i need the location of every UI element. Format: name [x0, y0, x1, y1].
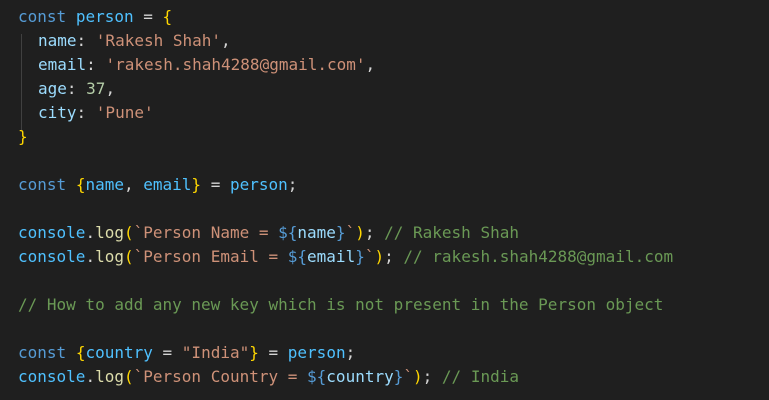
default-value: "India" — [181, 343, 250, 362]
function-name: log — [95, 223, 124, 242]
open-brace: { — [75, 175, 86, 194]
object-key: email — [38, 55, 87, 74]
source-object: person — [287, 343, 346, 362]
string-value: 'rakesh.shah4288@gmail.com' — [105, 55, 366, 74]
template-var: name — [297, 223, 336, 242]
open-brace: { — [75, 343, 86, 362]
template-text: Person Email = — [143, 247, 288, 266]
backtick: ` — [133, 367, 144, 386]
comment: // India — [441, 367, 519, 386]
comment: // Rakesh Shah — [384, 223, 519, 242]
keyword: const — [18, 175, 67, 194]
comma: , — [105, 79, 116, 98]
template-text: Person Country = — [143, 367, 308, 386]
comma: , — [221, 31, 231, 50]
destructured-var: country — [85, 343, 153, 362]
keyword: const — [18, 343, 67, 362]
code-line-1: const person = { — [18, 5, 172, 29]
colon: : — [66, 79, 87, 98]
code-line-3: email: 'rakesh.shah4288@gmail.com', — [38, 53, 375, 77]
code-editor[interactable]: const person = { name: 'Rakesh Shah', em… — [0, 0, 769, 400]
code-line-8: const {name, email} = person; — [18, 173, 297, 197]
code-line-4: age: 37, — [38, 77, 115, 101]
console-object: console — [18, 247, 86, 266]
template-var: country — [326, 367, 394, 386]
comment: // How to add any new key which is not p… — [18, 295, 664, 314]
open-paren: ( — [123, 247, 134, 266]
backtick: ` — [403, 367, 414, 386]
code-line-11: console.log(`Person Email = ${email}`); … — [18, 245, 673, 269]
operator: = — [152, 343, 182, 362]
template-text: Person Name = — [143, 223, 279, 242]
backtick: ` — [133, 247, 144, 266]
semicolon: ; — [384, 247, 404, 266]
close-paren: ) — [374, 247, 385, 266]
semicolon: ; — [345, 343, 356, 362]
console-object: console — [18, 223, 86, 242]
template-open: ${ — [307, 367, 327, 386]
template-open: ${ — [287, 247, 308, 266]
dot: . — [85, 247, 96, 266]
operator: = — [201, 175, 230, 194]
source-object: person — [229, 175, 288, 194]
semicolon: ; — [287, 175, 298, 194]
close-paren: ) — [413, 367, 423, 386]
destructured-var: email — [143, 175, 192, 194]
semicolon: ; — [422, 367, 442, 386]
code-line-13: // How to add any new key which is not p… — [18, 293, 663, 317]
object-key: name — [38, 31, 77, 50]
code-line-5: city: 'Pune' — [38, 101, 154, 125]
separator: , — [123, 175, 144, 194]
open-brace: { — [162, 7, 173, 26]
code-line-10: console.log(`Person Name = ${name}`); //… — [18, 221, 519, 245]
string-value: 'Rakesh Shah' — [95, 31, 222, 50]
function-name: log — [95, 247, 124, 266]
operator: = — [258, 343, 288, 362]
close-brace: } — [18, 127, 28, 146]
close-brace: } — [249, 343, 259, 362]
backtick: ` — [133, 223, 144, 242]
string-value: 'Pune' — [95, 103, 154, 122]
template-close: } — [393, 367, 404, 386]
object-key: age — [38, 79, 67, 98]
code-line-15: const {country = "India"} = person; — [18, 341, 355, 365]
template-close: } — [335, 223, 346, 242]
keyword: const — [18, 7, 67, 26]
close-paren: ) — [355, 223, 365, 242]
template-close: } — [355, 247, 365, 266]
code-line-16: console.log(`Person Country = ${country}… — [18, 365, 519, 389]
open-paren: ( — [123, 223, 134, 242]
number-value: 37 — [86, 79, 106, 98]
backtick: ` — [345, 223, 356, 242]
dot: . — [85, 223, 96, 242]
dot: . — [85, 367, 96, 386]
indent-guide — [21, 34, 22, 130]
comment: // rakesh.shah4288@gmail.com — [403, 247, 674, 266]
code-line-6: } — [18, 125, 28, 149]
template-open: ${ — [278, 223, 298, 242]
operator: = — [133, 7, 163, 26]
function-name: log — [95, 367, 124, 386]
variable-name: person — [75, 7, 134, 26]
semicolon: ; — [364, 223, 385, 242]
colon: : — [76, 103, 96, 122]
console-object: console — [18, 367, 86, 386]
colon: : — [76, 31, 96, 50]
colon: : — [86, 55, 106, 74]
comma: , — [365, 55, 376, 74]
code-line-2: name: 'Rakesh Shah', — [38, 29, 231, 53]
object-key: city — [38, 103, 77, 122]
destructured-var: name — [85, 175, 124, 194]
open-paren: ( — [123, 367, 134, 386]
close-brace: } — [191, 175, 202, 194]
template-var: email — [307, 247, 356, 266]
